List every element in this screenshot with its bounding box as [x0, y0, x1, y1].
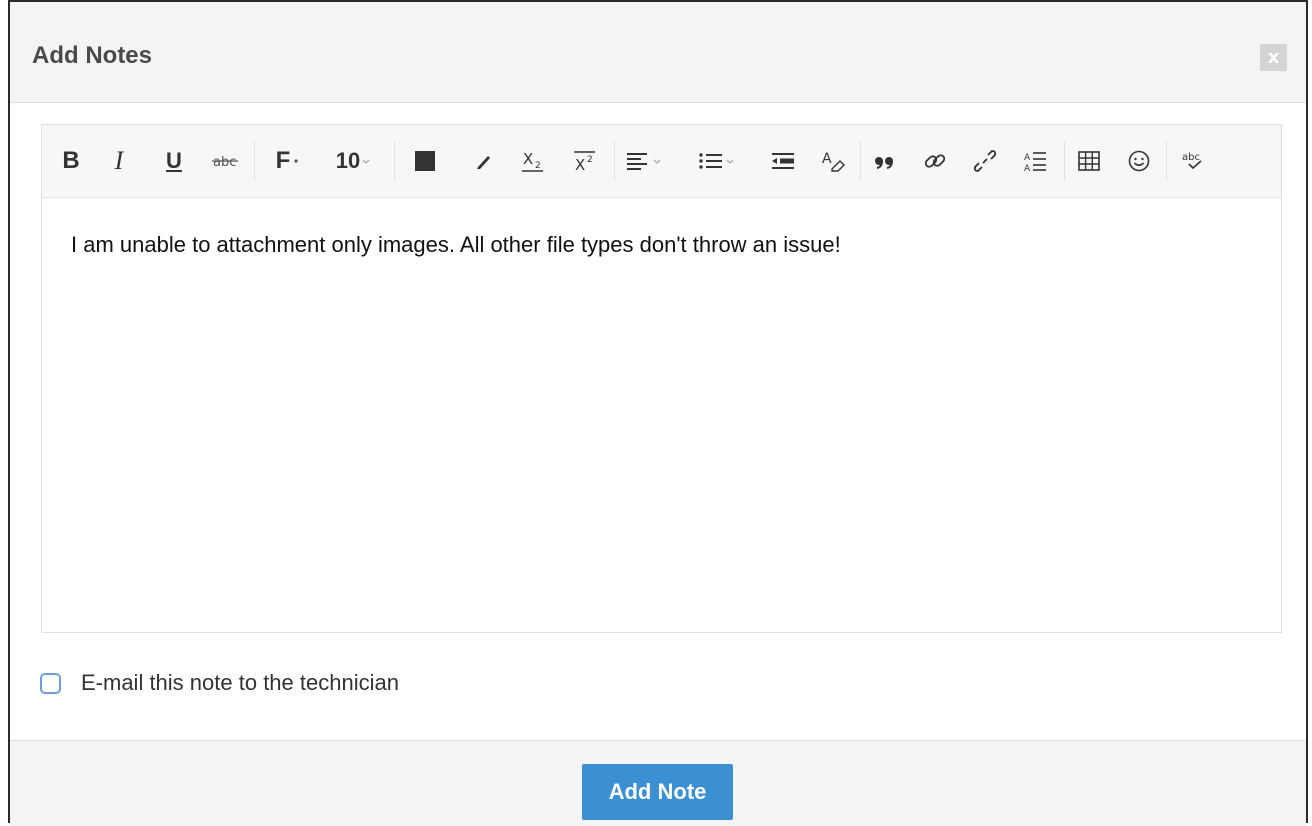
clear-format-icon: A: [822, 151, 845, 172]
editor-toolbar: B I U abc F 10 X2 X 2 A A A abc: [42, 125, 1281, 198]
emoji-button[interactable]: [1122, 125, 1156, 197]
superscript-button[interactable]: X2: [568, 125, 602, 197]
svg-text:A: A: [1024, 153, 1031, 163]
italic-button[interactable]: I: [108, 125, 130, 197]
font-family-button[interactable]: F: [270, 125, 306, 197]
dialog-footer: Add Note: [10, 740, 1306, 826]
list-button[interactable]: [694, 125, 740, 197]
blockquote-button[interactable]: [868, 125, 902, 197]
highlighter-icon: [477, 156, 490, 169]
email-technician-checkbox[interactable]: [40, 672, 61, 694]
email-option[interactable]: E-mail this note to the technician: [40, 670, 399, 696]
outdent-icon: [772, 153, 794, 169]
dropdown-dot-icon: [294, 159, 298, 163]
insert-link-button[interactable]: [918, 125, 952, 197]
chevron-down-icon: [726, 159, 734, 164]
add-note-button[interactable]: Add Note: [582, 764, 733, 820]
dialog-title: Add Notes: [32, 42, 152, 69]
svg-text:2: 2: [587, 155, 593, 165]
align-button[interactable]: [622, 125, 666, 197]
highlight-button[interactable]: [468, 125, 498, 197]
email-technician-label: E-mail this note to the technician: [81, 670, 399, 695]
dialog-header: Add Notes x: [10, 2, 1306, 103]
subscript-icon: X2: [522, 150, 543, 172]
spellcheck-icon: abc: [1182, 152, 1202, 170]
font-size-value: 10: [335, 148, 361, 173]
unlink-button[interactable]: [968, 125, 1002, 197]
quote-icon: [875, 157, 893, 169]
toolbar-separator: [1064, 141, 1065, 181]
editor-content[interactable]: I am unable to attachment only images. A…: [71, 232, 841, 258]
add-notes-dialog: Add Notes x B I U abc F 10 X 2 X 2 A A A…: [8, 0, 1308, 826]
toolbar-separator: [614, 141, 615, 181]
svg-text:A: A: [822, 151, 832, 167]
toolbar-separator: [1166, 141, 1167, 181]
strikethrough-icon: abc: [212, 155, 238, 170]
line-height-button[interactable]: AA: [1018, 125, 1052, 197]
svg-text:abc: abc: [213, 155, 236, 170]
chevron-down-icon: [653, 159, 661, 164]
svg-text:abc: abc: [1182, 152, 1200, 163]
unlink-icon: [973, 150, 997, 172]
spellcheck-button[interactable]: abc: [1176, 125, 1210, 197]
link-icon: [924, 154, 946, 168]
chevron-down-icon: [362, 159, 370, 164]
text-color-icon: [415, 151, 435, 171]
strikethrough-button[interactable]: abc: [210, 125, 240, 197]
toolbar-separator: [394, 141, 395, 181]
font-family-label: F: [275, 147, 291, 174]
toolbar-separator: [254, 141, 255, 181]
svg-text:A: A: [1024, 164, 1031, 173]
table-icon: [1078, 151, 1100, 171]
rich-text-editor: B I U abc F 10 X2 X 2 A A A abc I am una…: [41, 124, 1282, 633]
bold-button[interactable]: B: [58, 125, 84, 197]
font-size-button[interactable]: 10: [332, 125, 376, 197]
close-button[interactable]: x: [1260, 44, 1287, 71]
toolbar-separator: [860, 141, 861, 181]
subscript-button[interactable]: X2: [516, 125, 550, 197]
svg-text:2: 2: [535, 161, 541, 171]
bullet-list-icon: [699, 153, 722, 169]
text-color-button[interactable]: [410, 125, 440, 197]
underline-button[interactable]: U: [162, 125, 186, 197]
line-height-icon: AA: [1024, 152, 1046, 173]
align-left-icon: [627, 153, 647, 170]
svg-text:X: X: [575, 156, 585, 174]
outdent-button[interactable]: [766, 125, 800, 197]
svg-text:X: X: [523, 150, 533, 168]
clear-format-button[interactable]: A: [816, 125, 850, 197]
superscript-icon: X2: [574, 151, 595, 174]
smiley-icon: [1128, 150, 1150, 172]
insert-table-button[interactable]: [1072, 125, 1106, 197]
